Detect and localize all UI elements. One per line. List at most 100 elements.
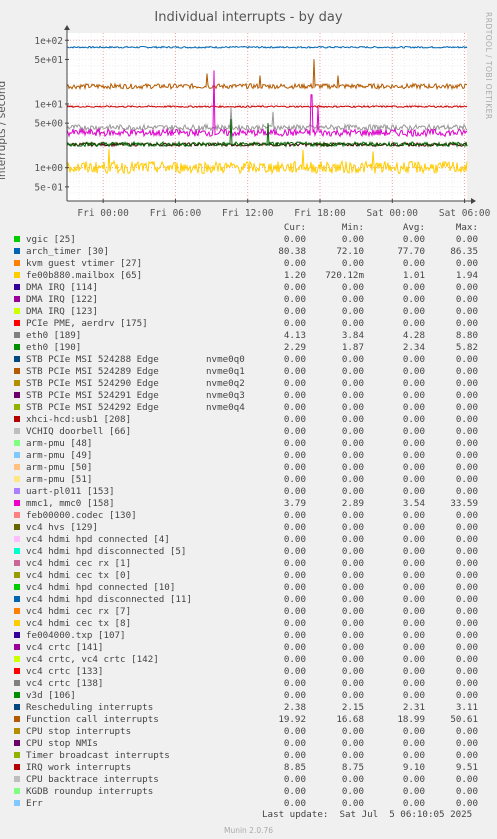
- legend-swatch: [14, 416, 20, 422]
- legend-min: 0.00: [341, 786, 364, 797]
- legend-swatch: [14, 728, 20, 734]
- legend-min: 0.00: [341, 462, 364, 473]
- legend-name: arm-pmu [48]: [26, 438, 93, 449]
- legend-row: vc4 hdmi cec rx [7] 0.00 0.00 0.00 0.00: [0, 606, 497, 618]
- legend-swatch: [14, 332, 20, 338]
- legend-swatch: [14, 392, 20, 398]
- y-tick-label: 1e+00: [34, 163, 63, 174]
- legend-swatch: [14, 584, 20, 590]
- legend-row: vc4 hvs [129] 0.00 0.00 0.00 0.00: [0, 522, 497, 534]
- legend-min: 0.00: [341, 666, 364, 677]
- legend-name: Rescheduling interrupts: [26, 702, 154, 713]
- legend-min: 0.00: [341, 546, 364, 557]
- legend-row: vc4 hdmi cec rx [1] 0.00 0.00 0.00 0.00: [0, 558, 497, 570]
- legend-row: uart-pl011 [153] 0.00 0.00 0.00 0.00: [0, 486, 497, 498]
- legend-max: 0.00: [455, 534, 478, 545]
- x-tick-label: Sat 00:00: [367, 208, 419, 219]
- legend-swatch: [14, 656, 20, 662]
- legend-min: 0.00: [341, 306, 364, 317]
- legend-name: vc4 crtc, vc4 crtc [142]: [26, 654, 159, 665]
- legend-max: 0.00: [455, 318, 478, 329]
- legend-name: feb00000.codec [130]: [26, 510, 137, 521]
- y-tick-label: 1e+02: [34, 36, 63, 47]
- legend-swatch: [14, 296, 20, 302]
- legend-min: 0.00: [341, 450, 364, 461]
- legend-row: vc4 crtc [138] 0.00 0.00 0.00 0.00: [0, 678, 497, 690]
- legend-row: vc4 hdmi hpd connected [10] 0.00 0.00 0.00 0…: [0, 582, 497, 594]
- legend-swatch: [14, 740, 20, 746]
- munin-graph: Individual interrupts - by day RRDTOOL /…: [0, 0, 497, 839]
- legend-swatch: [14, 380, 20, 386]
- legend-row: eth0 [189] 4.13 3.84 4.28 8.80: [0, 330, 497, 342]
- legend-name: vc4 hdmi cec tx [0]: [26, 570, 132, 581]
- legend-row: mmc1, mmc0 [158] 3.79 2.89 3.54 33.59: [0, 498, 497, 510]
- x-axis-arrow: [471, 198, 476, 204]
- legend-swatch: [14, 764, 20, 770]
- legend-row: arm-pmu [50] 0.00 0.00 0.00 0.00: [0, 462, 497, 474]
- col-max: Max:: [455, 222, 478, 233]
- legend-name: STB PCIe MSI 524289 Edge: [26, 366, 159, 377]
- legend-swatch: [14, 716, 20, 722]
- y-tick-label: 1e+01: [34, 99, 63, 110]
- legend-row: vgic [25] 0.00 0.00 0.00 0.00: [0, 234, 497, 246]
- legend-min: 0.00: [341, 798, 364, 809]
- munin-version: Munin 2.0.76: [223, 826, 274, 835]
- x-tick-label: Fri 18:00: [294, 208, 346, 219]
- legend-swatch: [14, 752, 20, 758]
- legend-row: STB PCIe MSI 524291 Edge nvme0q3 0.00 0.00 0…: [0, 390, 497, 402]
- legend-min: 0.00: [341, 378, 364, 389]
- legend-name: CPU backtrace interrupts: [26, 774, 159, 785]
- legend-min: 72.10: [336, 246, 364, 257]
- legend-swatch: [14, 248, 20, 254]
- legend-min: 0.00: [341, 726, 364, 737]
- legend-min: 0.00: [341, 390, 364, 401]
- legend-name: DMA IRQ [114]: [26, 282, 98, 293]
- legend-name: uart-pl011 [153]: [26, 486, 115, 497]
- last-update: Last update: Sat Jul 5 06:10:05 2025: [262, 809, 473, 820]
- legend-row: vc4 hdmi hpd disconnected [5] 0.00 0.00 0.0…: [0, 546, 497, 558]
- legend-max: 0.00: [455, 414, 478, 425]
- legend-name: vc4 crtc [133]: [26, 666, 104, 677]
- legend-row: vc4 crtc [141] 0.00 0.00 0.00 0.00: [0, 642, 497, 654]
- legend-row: eth0 [190] 2.29 1.87 2.34 5.82: [0, 342, 497, 354]
- legend-max: 0.00: [455, 618, 478, 629]
- legend-min: 0.00: [341, 534, 364, 545]
- legend-min: 0.00: [341, 426, 364, 437]
- legend-row: STB PCIe MSI 524292 Edge nvme0q4 0.00 0.00 0…: [0, 402, 497, 414]
- legend-max: 0.00: [455, 258, 478, 269]
- legend-row: VCHIQ doorbell [66] 0.00 0.00 0.00 0.00: [0, 426, 497, 438]
- legend-row: arm-pmu [49] 0.00 0.00 0.00 0.00: [0, 450, 497, 462]
- legend-name: STB PCIe MSI 524292 Edge: [26, 402, 159, 413]
- legend-max: 86.35: [450, 246, 478, 257]
- legend-max: 0.00: [455, 582, 478, 593]
- legend-min: 0.00: [341, 234, 364, 245]
- legend-row: fe00b880.mailbox [65] 1.20 720.12m 1.01 1.94: [0, 270, 497, 282]
- legend-max: 0.00: [455, 354, 478, 365]
- legend-swatch: [14, 428, 20, 434]
- legend-row: DMA IRQ [122] 0.00 0.00 0.00 0.00: [0, 294, 497, 306]
- legend-max: 0.00: [455, 630, 478, 641]
- legend-max: 0.00: [455, 366, 478, 377]
- legend-swatch: [14, 704, 20, 710]
- legend-swatch: [14, 620, 20, 626]
- legend-name: vc4 hdmi cec tx [8]: [26, 618, 132, 629]
- legend-row: kvm guest vtimer [27] 0.00 0.00 0.00 0.00: [0, 258, 497, 270]
- legend-swatch: [14, 644, 20, 650]
- legend-max: 0.00: [455, 426, 478, 437]
- legend-min: 0.00: [341, 582, 364, 593]
- legend-name: vc4 hdmi hpd connected [10]: [26, 582, 176, 593]
- legend-row: KGDB roundup interrupts 0.00 0.00 0.00 0.00: [0, 786, 497, 798]
- legend-max: 0.00: [455, 546, 478, 557]
- legend-min: 0.00: [341, 258, 364, 269]
- legend-row: STB PCIe MSI 524290 Edge nvme0q2 0.00 0.00 0…: [0, 378, 497, 390]
- legend-name: arch_timer [30]: [26, 246, 109, 257]
- legend-max: 0.00: [455, 798, 478, 809]
- legend-swatch: [14, 356, 20, 362]
- legend-swatch: [14, 800, 20, 806]
- legend-min: 8.75: [341, 762, 364, 773]
- legend-max: 0.00: [455, 282, 478, 293]
- legend-max: 0.00: [455, 750, 478, 761]
- legend-max: 5.82: [455, 342, 478, 353]
- legend-swatch: [14, 236, 20, 242]
- legend-row: arch_timer [30] 80.38 72.10 77.70 86.35: [0, 246, 497, 258]
